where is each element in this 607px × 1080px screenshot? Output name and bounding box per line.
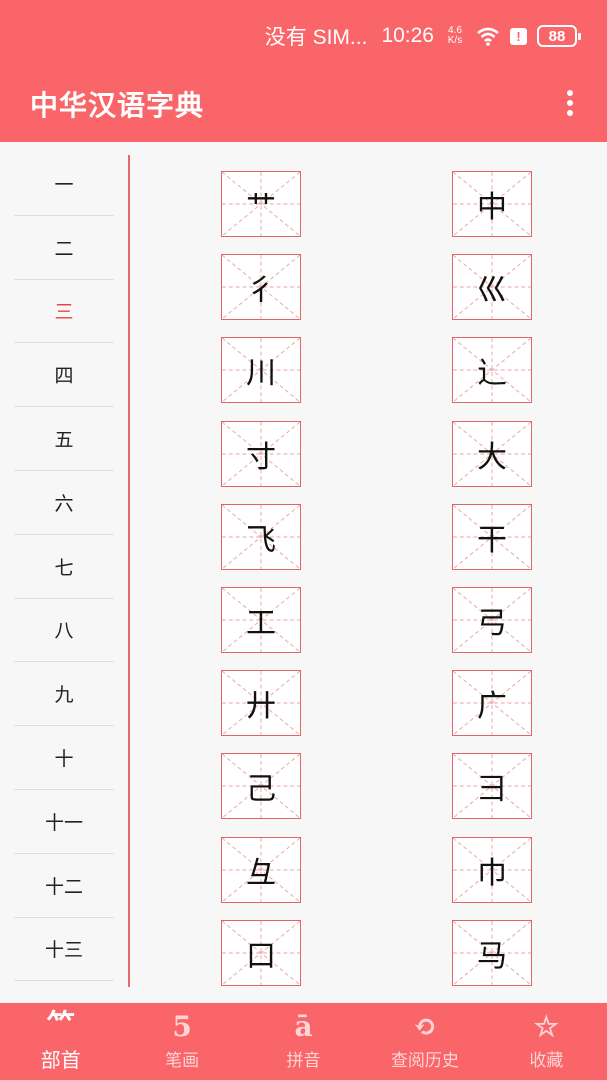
radical-cell[interactable]: 巛 — [452, 254, 532, 321]
radical-char: 飞 — [246, 522, 276, 558]
sidebar-item[interactable]: 七 — [14, 535, 114, 599]
nav-label: 收藏 — [529, 1051, 564, 1071]
battery-icon: 88 — [537, 25, 581, 47]
nav-label: 部首 — [40, 1048, 81, 1072]
sidebar-item[interactable]: 四 — [14, 343, 114, 408]
radical-cell[interactable]: 己 — [221, 753, 301, 820]
radical-char: 寸 — [246, 439, 276, 475]
sidebar-item[interactable]: 十二 — [14, 854, 114, 918]
radical-char: 艹 — [246, 190, 276, 225]
sidebar-item[interactable]: 十三 — [14, 918, 114, 982]
sidebar-item[interactable]: 一 — [14, 152, 114, 216]
clock: 10:26 — [381, 24, 434, 47]
nav-item[interactable]: ā 拼音 — [243, 1003, 364, 1080]
radical-char: 廾 — [246, 689, 276, 725]
radical-cell[interactable]: 干 — [452, 503, 532, 570]
radical-char: 巾 — [477, 855, 507, 891]
radical-icon: ⺮ — [46, 1008, 75, 1041]
radical-cell[interactable]: 口 — [221, 919, 301, 986]
app-title: 中华汉语字典 — [30, 89, 205, 122]
radical-char: 川 — [246, 356, 276, 392]
radical-char: 干 — [477, 522, 507, 558]
radical-cell[interactable]: 彐 — [452, 753, 532, 820]
radical-char: 广 — [477, 689, 507, 725]
radical-cell[interactable]: 飞 — [221, 503, 301, 570]
radical-char: 彑 — [246, 855, 276, 891]
nav-item[interactable]: ☆ 收藏 — [486, 1003, 607, 1080]
radical-char: 马 — [477, 938, 507, 974]
nav-label: 拼音 — [286, 1051, 321, 1071]
alert-icon: ! — [510, 27, 527, 45]
radical-char: 彳 — [246, 273, 276, 309]
sidebar-item[interactable]: 六 — [14, 471, 114, 535]
radical-char: 弓 — [477, 606, 507, 641]
sidebar-item[interactable]: 九 — [14, 662, 114, 727]
radical-cell[interactable]: 广 — [452, 670, 532, 737]
radical-cell[interactable]: 廾 — [221, 670, 301, 737]
pinyin-icon: ā — [294, 1010, 313, 1043]
sidebar-item[interactable]: 三 — [14, 280, 114, 344]
radical-cell[interactable]: 大 — [452, 420, 532, 487]
wifi-icon — [477, 27, 499, 46]
radical-cell[interactable]: 艹 — [221, 171, 301, 237]
sidebar-item[interactable]: 五 — [14, 407, 114, 471]
nav-label: 查阅历史 — [390, 1051, 459, 1071]
bottom-navigation: ⺮部首 5 笔画 ā 拼音 ⟲ 查阅历史 ☆ 收藏 — [0, 1003, 607, 1080]
radical-cell[interactable]: 彑 — [221, 836, 301, 903]
history-icon: ⟲ — [413, 1010, 437, 1043]
radical-cell[interactable]: 辶 — [452, 337, 532, 404]
more-menu-icon[interactable] — [565, 90, 575, 116]
sidebar-divider — [128, 155, 130, 987]
radical-char: 彐 — [477, 772, 507, 808]
radical-char: 工 — [246, 606, 276, 641]
radical-cell[interactable]: 马 — [452, 919, 532, 986]
radical-char: 己 — [246, 772, 276, 808]
nav-item[interactable]: ⟲ 查阅历史 — [364, 1003, 485, 1080]
sidebar-item[interactable]: 二 — [14, 216, 114, 280]
stroke-count-icon: 5 — [172, 1010, 192, 1043]
nav-item[interactable]: 5 笔画 — [121, 1003, 242, 1080]
radical-cell[interactable]: 工 — [221, 587, 301, 653]
radical-char: 口 — [246, 938, 276, 974]
radical-cell[interactable]: 川 — [221, 337, 301, 404]
carrier-text: 没有 SIM... — [264, 26, 368, 49]
status-bar: 没有 SIM... 10:26 4.6 K/s ! 88 — [264, 22, 581, 50]
radical-cell[interactable]: 中 — [452, 171, 532, 237]
sidebar-item[interactable]: 八 — [14, 599, 114, 663]
nav-item[interactable]: ⺮部首 — [0, 1003, 121, 1080]
radical-cell[interactable]: 弓 — [452, 587, 532, 653]
favorite-icon: ☆ — [533, 1010, 559, 1043]
radical-cell[interactable]: 彳 — [221, 254, 301, 321]
radical-cell[interactable]: 寸 — [221, 420, 301, 487]
sidebar-item[interactable]: 十 — [14, 726, 114, 790]
stroke-count-sidebar: 一二三四五六七八九十十一 十二 十三 — [14, 152, 114, 982]
radical-char: 大 — [477, 439, 507, 475]
net-speed: 4.6 K/s — [447, 25, 463, 46]
app-header: 没有 SIM... 10:26 4.6 K/s ! 88 中华汉语字典 — [0, 0, 607, 142]
radical-cell[interactable]: 巾 — [452, 836, 532, 903]
radical-char: 辶 — [477, 356, 507, 392]
radical-char: 巛 — [477, 273, 507, 309]
nav-label: 笔画 — [165, 1051, 200, 1071]
radical-char: 中 — [477, 190, 507, 225]
sidebar-item[interactable]: 十一 — [14, 790, 114, 854]
